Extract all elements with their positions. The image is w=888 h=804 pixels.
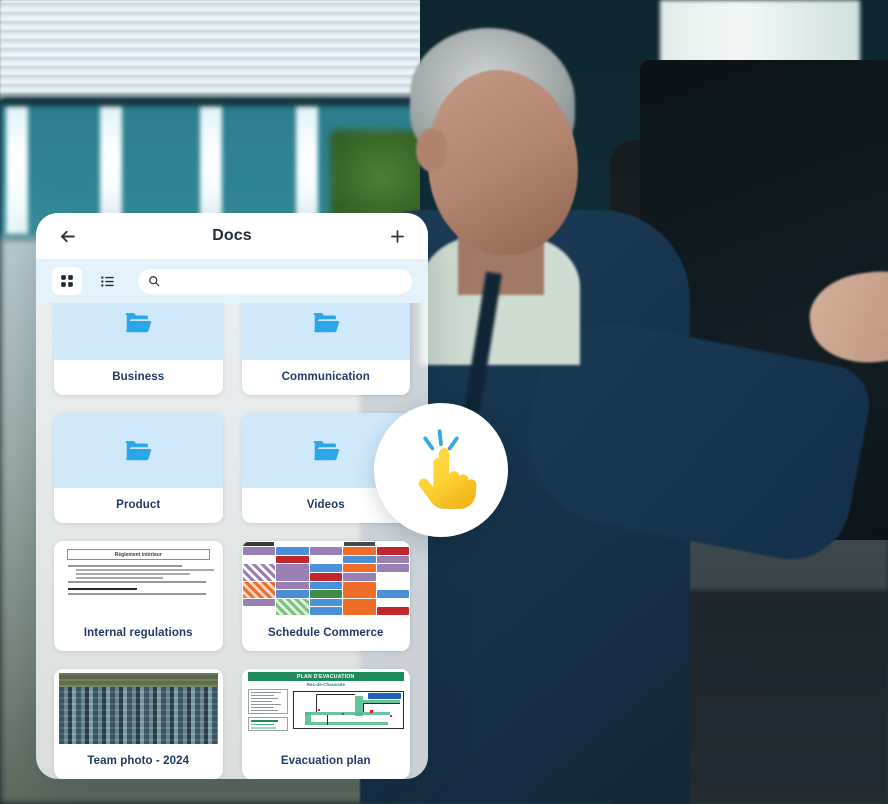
photo-preview: [59, 673, 218, 744]
card-document-evacuation-plan[interactable]: PLAN D'EVACUATION Rez-de-Chaussée Evacua…: [241, 669, 410, 779]
back-button[interactable]: [54, 223, 80, 249]
card-thumbnail: [54, 413, 223, 488]
card-thumbnail: [54, 303, 223, 360]
plus-icon: [390, 229, 404, 243]
document-preview: Règlement intérieur: [59, 545, 218, 616]
docs-grid-scroll[interactable]: Business Communication Product Videos Rè…: [36, 303, 428, 779]
floorplan-preview: PLAN D'EVACUATION Rez-de-Chaussée: [241, 669, 410, 744]
search-input[interactable]: [167, 275, 402, 287]
tap-gesture-overlay: [374, 403, 508, 537]
doc-preview-line: [76, 569, 215, 571]
you-are-here-marker: [368, 693, 401, 700]
card-label: Team photo - 2024: [87, 755, 190, 767]
page-title: Docs: [212, 227, 252, 244]
doc-preview-heading: [68, 587, 138, 591]
floorplan-subtitle: Rez-de-Chaussée: [306, 682, 345, 688]
add-button[interactable]: [384, 223, 410, 249]
card-thumbnail: [54, 669, 223, 744]
photo-grass: [59, 673, 218, 687]
list-view-button[interactable]: [92, 267, 122, 295]
card-image-team-photo[interactable]: Team photo - 2024: [54, 669, 223, 779]
card-thumbnail: Règlement intérieur: [54, 541, 223, 616]
doc-preview-line: [76, 577, 164, 579]
schedule-row: [242, 581, 411, 598]
folder-icon: [313, 312, 339, 332]
list-view-icon: [100, 276, 114, 286]
photo-wall: [59, 673, 218, 681]
app-header: Docs: [36, 213, 428, 259]
card-label: Schedule Commerce: [268, 627, 384, 639]
doc-preview-line: [68, 581, 207, 583]
search-box[interactable]: [138, 268, 412, 294]
card-thumbnail: [241, 303, 410, 360]
schedule-preview: [241, 541, 411, 616]
floorplan-map: [292, 691, 404, 730]
folder-icon: [125, 440, 152, 460]
arrow-left-icon: [60, 230, 75, 242]
folder-icon: [313, 440, 339, 460]
docs-grid: Business Communication Product Videos Rè…: [54, 303, 410, 779]
card-label: Product: [116, 499, 161, 511]
schedule-row: [242, 598, 411, 615]
doc-preview-title: Règlement intérieur: [67, 549, 210, 560]
card-label: Evacuation plan: [280, 755, 371, 767]
card-label: Internal regulations: [83, 627, 193, 639]
card-label: Communication: [281, 371, 370, 383]
grid-view-icon: [61, 275, 73, 287]
card-folder-business[interactable]: Business: [54, 303, 223, 395]
card-thumbnail: [241, 541, 411, 616]
card-document-schedule-commerce[interactable]: Schedule Commerce: [241, 541, 411, 651]
schedule-row: [242, 564, 411, 581]
tap-spark-lines: [423, 429, 459, 451]
floorplan-legend-key: [247, 717, 289, 732]
view-toolbar: [36, 259, 428, 303]
floorplan-body: [247, 689, 404, 732]
search-icon: [149, 276, 160, 287]
card-label: Business: [112, 371, 165, 383]
tap-hand-icon: [418, 429, 477, 509]
docs-app-panel: Docs Business Communication Product Vide…: [36, 213, 428, 779]
floorplan-legend: [247, 689, 289, 715]
card-folder-communication[interactable]: Communication: [241, 303, 410, 395]
bg-light-tube: [6, 104, 28, 234]
card-document-internal-regulations[interactable]: Règlement intérieur Internal regulations: [54, 541, 223, 651]
schedule-row: [242, 547, 411, 564]
doc-preview-line: [68, 565, 183, 567]
doc-preview-line: [76, 573, 191, 575]
bg-person-ear: [416, 128, 448, 172]
grid-view-button[interactable]: [52, 267, 82, 295]
floorplan-title: PLAN D'EVACUATION: [247, 672, 404, 682]
bg-window-blinds: [0, 0, 420, 95]
doc-preview-line: [68, 593, 207, 595]
folder-icon: [125, 312, 152, 332]
card-thumbnail: PLAN D'EVACUATION Rez-de-Chaussée: [241, 669, 410, 744]
card-folder-product[interactable]: Product: [54, 413, 223, 523]
